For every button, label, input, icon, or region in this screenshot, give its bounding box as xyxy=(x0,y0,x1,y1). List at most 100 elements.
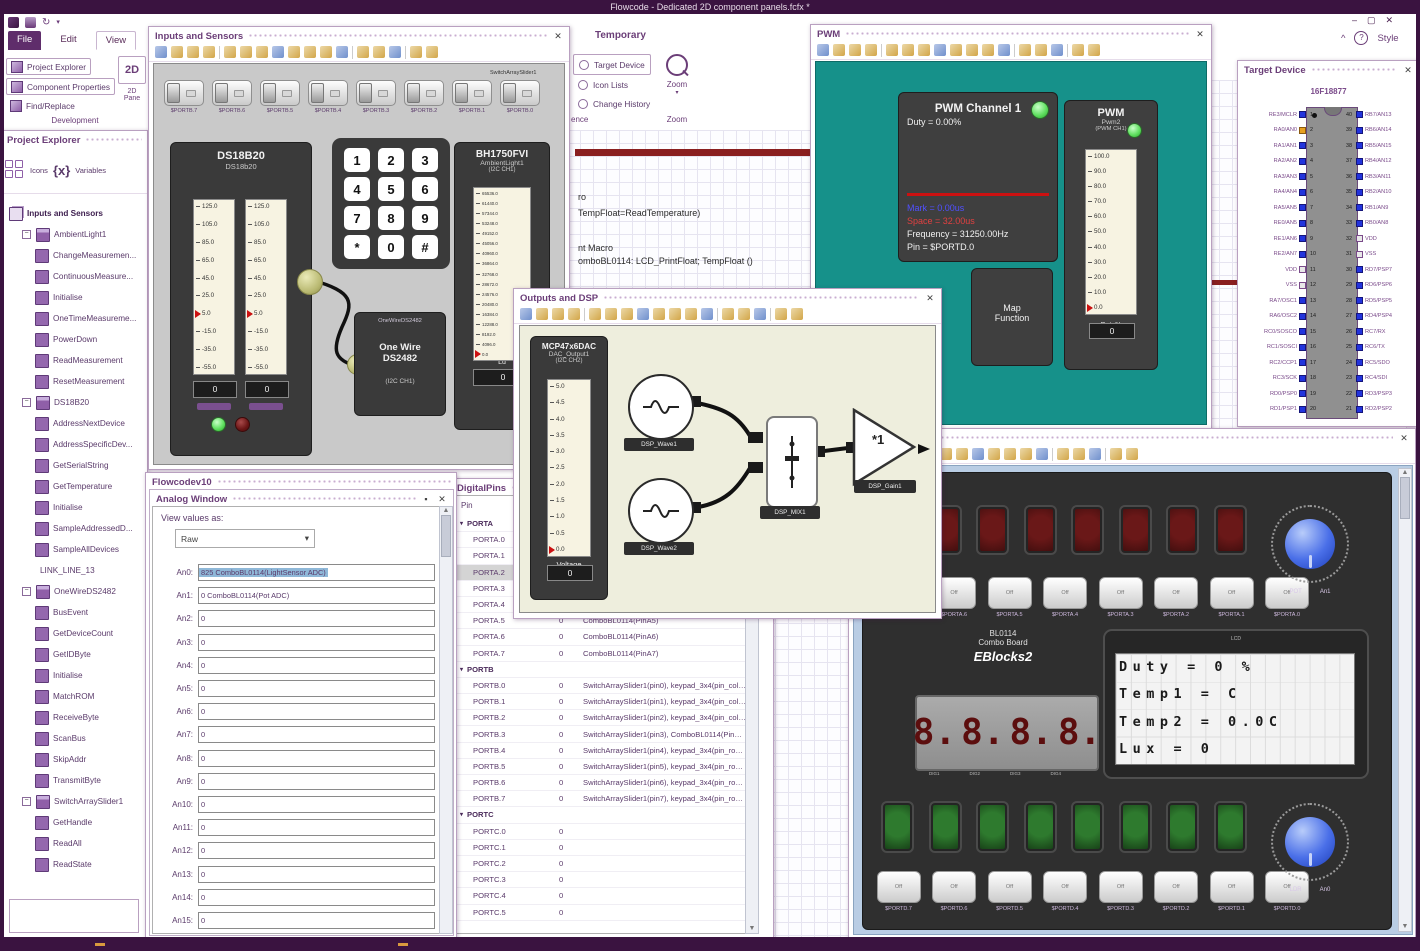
toolbar-icon[interactable] xyxy=(956,448,968,460)
digital-pin-row[interactable]: ▾PORTB.60SwitchArraySlider1(pin6), keypa… xyxy=(455,775,746,792)
port-button[interactable]: Off xyxy=(987,577,1032,609)
tree-item[interactable]: PowerDown xyxy=(5,329,143,350)
switch-knob[interactable] xyxy=(167,83,180,103)
toolbar-icon[interactable] xyxy=(881,43,882,57)
pot-knob[interactable]: POT An1 xyxy=(1271,505,1349,595)
ribbon-checkbox[interactable]: Target Device xyxy=(573,54,651,75)
tree-item[interactable]: LINK_LINE_13 xyxy=(5,560,143,581)
close-button[interactable]: ✕ xyxy=(1386,15,1394,26)
toolbar-icon[interactable] xyxy=(685,308,697,320)
toolbar-icon[interactable] xyxy=(972,448,984,460)
analog-value-field[interactable]: 0 xyxy=(198,842,435,860)
toolbar-icon[interactable] xyxy=(701,308,713,320)
tree-item[interactable]: ScanBus xyxy=(5,728,143,749)
chip-pin[interactable]: RA2/AN2 xyxy=(1244,154,1306,170)
slide-switch[interactable]: $PORTB.0 xyxy=(500,80,540,114)
expander-icon[interactable]: ▾ xyxy=(460,520,463,527)
tab-view[interactable]: View xyxy=(95,31,137,50)
keypad-key[interactable]: 9 xyxy=(412,206,438,230)
refresh-icon[interactable]: ↻ xyxy=(42,17,50,28)
panel-drag-handle[interactable] xyxy=(1310,67,1397,73)
toolbar-icon[interactable] xyxy=(754,308,766,320)
connector-bubble[interactable] xyxy=(297,269,323,295)
keypad-key[interactable]: 8 xyxy=(378,206,404,230)
chip-pin[interactable]: VSS xyxy=(1356,247,1413,263)
tree-item[interactable]: GetTemperature xyxy=(5,476,143,497)
tree-item[interactable]: GetHandle xyxy=(5,812,143,833)
analog-value-field[interactable]: 0 ComboBL0114(Pot ADC) xyxy=(198,587,435,605)
tree-item[interactable]: AddressNextDevice xyxy=(5,413,143,434)
maximize-button[interactable]: ▢ xyxy=(1367,15,1376,26)
tree-item[interactable]: ReadState xyxy=(5,854,143,875)
slide-switch[interactable]: $PORTB.7 xyxy=(164,80,204,114)
toolbar-icon[interactable] xyxy=(849,44,861,56)
close-icon[interactable]: ✕ xyxy=(1398,432,1410,444)
chip-pin[interactable]: RC0/SOSCO xyxy=(1244,324,1306,340)
help-icon[interactable]: ? xyxy=(1354,31,1369,45)
tree-item[interactable]: Inputs and Sensors xyxy=(5,203,143,224)
toolbar-icon[interactable] xyxy=(1052,447,1053,461)
panel-drag-handle[interactable] xyxy=(248,33,547,39)
chip-pin[interactable]: RE2/AN7 xyxy=(1244,247,1306,263)
switch-knob[interactable] xyxy=(503,83,516,103)
temperature-value-1[interactable]: 0 xyxy=(193,381,237,398)
keypad-key[interactable]: 1 xyxy=(344,148,370,172)
toolbar-icon[interactable] xyxy=(966,44,978,56)
map-function-component[interactable]: Map Function xyxy=(971,268,1053,366)
2d-panel-button[interactable]: 2D xyxy=(118,56,146,84)
tree-item[interactable]: AmbientLight1 xyxy=(5,224,143,245)
window-titlebar[interactable]: Flowcode - Dedicated 2D component panels… xyxy=(0,0,1420,14)
toolbar-icon[interactable] xyxy=(589,308,601,320)
ribbon-button[interactable]: Project Explorer xyxy=(6,58,92,75)
toolbar-icon[interactable] xyxy=(1057,448,1069,460)
tree-item[interactable]: GetIDByte xyxy=(5,644,143,665)
switch-knob[interactable] xyxy=(455,83,468,103)
toolbar-icon[interactable] xyxy=(1020,448,1032,460)
keypad-key[interactable]: 0 xyxy=(378,235,404,259)
chip-pin[interactable]: RD6/PSP6 xyxy=(1356,278,1413,294)
analog-value-field[interactable]: 0 xyxy=(198,610,435,628)
mcp47x6-dac-component[interactable]: MCP47x6DAC DAC_Output1 (I2C CH2) 5.0 4.5 4… xyxy=(530,336,608,600)
toolbar-icon[interactable] xyxy=(637,308,649,320)
chip-pin[interactable]: RB1/AN9 xyxy=(1356,200,1413,216)
toolbar-icon[interactable] xyxy=(833,44,845,56)
chip-pin[interactable]: RD2/PSP2 xyxy=(1356,402,1413,418)
keypad-key[interactable]: 6 xyxy=(412,177,438,201)
keypad-key[interactable]: 7 xyxy=(344,206,370,230)
digital-pin-row[interactable]: ▾PORTC.00 xyxy=(455,824,746,840)
chip-pin[interactable]: RC2/CCP1 xyxy=(1244,355,1306,371)
toolbar-icon[interactable] xyxy=(950,44,962,56)
keypad-key[interactable]: * xyxy=(344,235,370,259)
digital-pin-row[interactable]: ▾PORTC.50 xyxy=(455,905,746,921)
toolbar-icon[interactable] xyxy=(256,46,268,58)
toolbar-icon[interactable] xyxy=(1035,44,1047,56)
chip-pin[interactable]: RB7/AN13 xyxy=(1356,107,1413,123)
toolbar-icon[interactable] xyxy=(988,448,1000,460)
ribbon-button[interactable]: Find/Replace xyxy=(6,98,79,113)
slide-switch[interactable]: $PORTB.1 xyxy=(452,80,492,114)
tree-item[interactable]: BusEvent xyxy=(5,602,143,623)
keypad-key[interactable]: 5 xyxy=(378,177,404,201)
analog-value-field[interactable]: 0 xyxy=(198,772,435,790)
toolbar-icon[interactable] xyxy=(817,44,829,56)
analog-value-field[interactable]: 0 xyxy=(198,633,435,651)
toolbar-icon[interactable] xyxy=(865,44,877,56)
slide-switch[interactable]: $PORTB.3 xyxy=(356,80,396,114)
chip-pin[interactable]: RB2/AN10 xyxy=(1356,185,1413,201)
chip-pin[interactable]: RD4/PSP4 xyxy=(1356,309,1413,325)
toolbar-icon[interactable] xyxy=(738,308,750,320)
chip-pin[interactable]: RE0/AN5 xyxy=(1244,216,1306,232)
analog-value-field[interactable]: 0 xyxy=(198,749,435,767)
tree-item[interactable]: GetSerialString xyxy=(5,455,143,476)
close-icon[interactable]: ✕ xyxy=(552,30,564,42)
toolbar-icon[interactable] xyxy=(410,46,422,58)
zoom-dropdown-icon[interactable]: ▾ xyxy=(655,89,699,96)
minimize-icon[interactable]: ▪ xyxy=(421,493,431,505)
voltage-value[interactable]: 0 xyxy=(547,565,593,581)
analog-value-field[interactable]: 0 xyxy=(198,703,435,721)
toolbar-icon[interactable] xyxy=(288,46,300,58)
toolbar-icon[interactable] xyxy=(389,46,401,58)
toolbar-icon[interactable] xyxy=(320,46,332,58)
chip-pin[interactable]: RB6/AN14 xyxy=(1356,123,1413,139)
analog-value-field[interactable]: 0 xyxy=(198,795,435,813)
